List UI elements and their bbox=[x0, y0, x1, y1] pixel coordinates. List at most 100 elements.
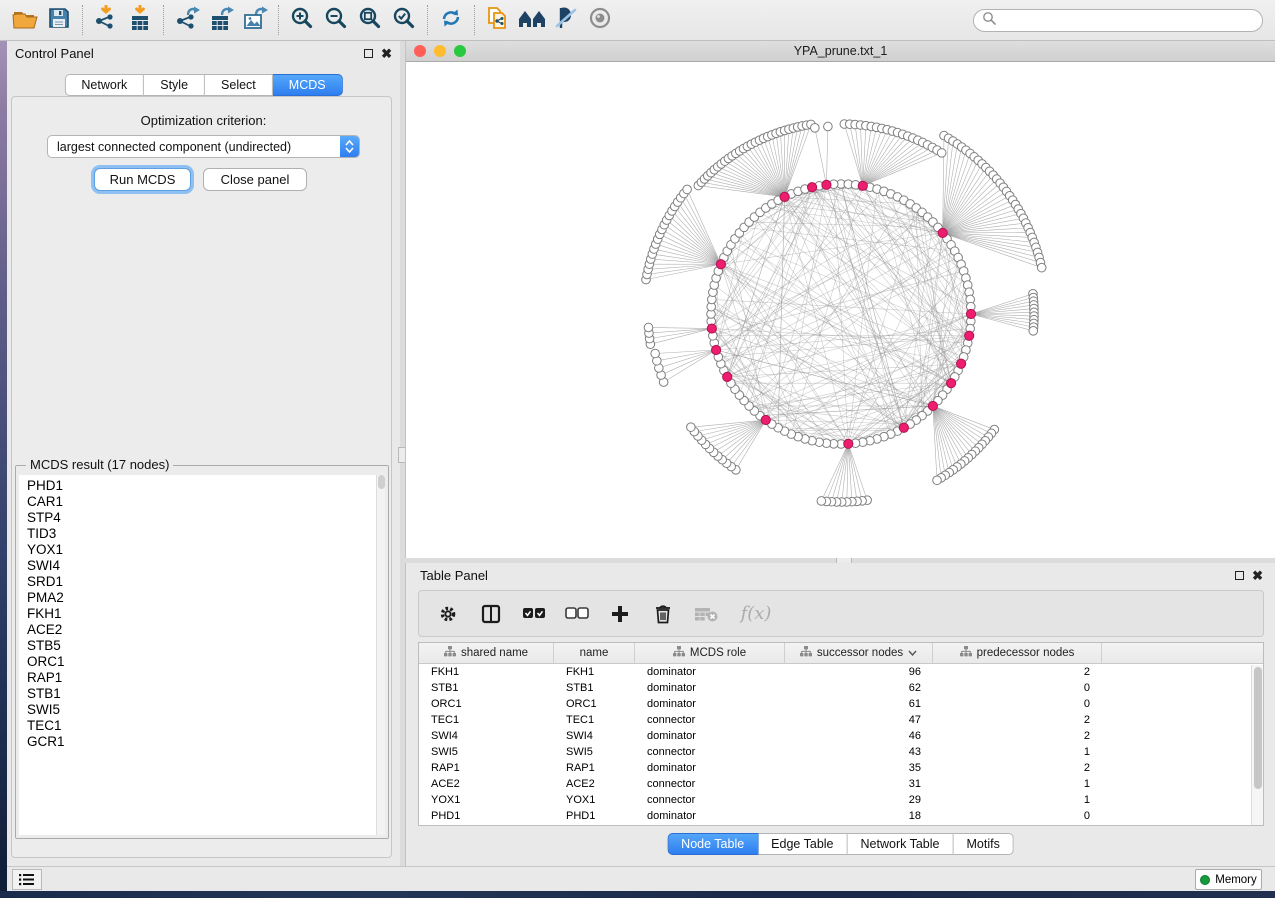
cell-predecessor-nodes: 2 bbox=[933, 760, 1102, 776]
dropdown-stepper-icon bbox=[340, 136, 359, 157]
add-column-button[interactable] bbox=[607, 601, 633, 627]
delete-column-button[interactable] bbox=[650, 601, 676, 627]
search-input[interactable] bbox=[997, 14, 1262, 28]
memory-button[interactable]: Memory bbox=[1195, 869, 1262, 890]
find-button[interactable] bbox=[515, 3, 549, 37]
open-file-button[interactable] bbox=[8, 3, 42, 37]
float-panel-icon[interactable] bbox=[1235, 571, 1244, 580]
mcds-result-item[interactable]: STB5 bbox=[27, 638, 376, 654]
column-header-successor-nodes[interactable]: successor nodes bbox=[785, 643, 933, 663]
network-window-titlebar[interactable]: YPA_prune.txt_1 bbox=[406, 41, 1275, 62]
table-row[interactable]: TEC1TEC1connector472 bbox=[419, 712, 1263, 728]
network-canvas[interactable] bbox=[406, 62, 1275, 558]
scrollbar-thumb[interactable] bbox=[378, 475, 385, 489]
mcds-result-item[interactable]: SRD1 bbox=[27, 574, 376, 590]
cell-name: FKH1 bbox=[554, 664, 635, 680]
mcds-result-item[interactable]: ORC1 bbox=[27, 654, 376, 670]
zoom-in-icon bbox=[290, 6, 314, 35]
tab-network-table[interactable]: Network Table bbox=[848, 833, 954, 855]
apply-layout-button[interactable] bbox=[434, 3, 468, 37]
mcds-result-list[interactable]: PHD1CAR1STP4TID3YOX1SWI4SRD1PMA2FKH1ACE2… bbox=[19, 475, 376, 835]
export-table-button[interactable] bbox=[204, 3, 238, 37]
table-row[interactable]: RAP1RAP1dominator352 bbox=[419, 760, 1263, 776]
zoom-out-button[interactable] bbox=[319, 3, 353, 37]
cell-shared-name: ACE2 bbox=[419, 776, 554, 792]
mcds-result-item[interactable]: TEC1 bbox=[27, 718, 376, 734]
mcds-result-item[interactable]: YOX1 bbox=[27, 542, 376, 558]
cell-successor-nodes: 43 bbox=[785, 744, 933, 760]
clone-network-button[interactable] bbox=[481, 3, 515, 37]
export-image-button[interactable] bbox=[238, 3, 272, 37]
table-row[interactable]: SWI4SWI4dominator462 bbox=[419, 728, 1263, 744]
cell-successor-nodes: 96 bbox=[785, 664, 933, 680]
close-panel-icon[interactable]: ✖ bbox=[381, 49, 392, 58]
zoom-in-button[interactable] bbox=[285, 3, 319, 37]
import-table-button[interactable] bbox=[123, 3, 157, 37]
cell-name: SWI4 bbox=[554, 728, 635, 744]
hide-details-button[interactable] bbox=[549, 3, 583, 37]
memory-status-icon bbox=[1200, 875, 1210, 885]
table-scrollbar[interactable] bbox=[1251, 665, 1263, 825]
table-row[interactable]: ORC1ORC1dominator610 bbox=[419, 696, 1263, 712]
delete-table-button[interactable] bbox=[693, 601, 719, 627]
mcds-result-item[interactable]: PHD1 bbox=[27, 478, 376, 494]
zoom-fit-button[interactable] bbox=[353, 3, 387, 37]
float-panel-icon[interactable] bbox=[364, 49, 373, 58]
mcds-result-item[interactable]: GCR1 bbox=[27, 734, 376, 750]
scrollbar-thumb[interactable] bbox=[1254, 667, 1262, 789]
mcds-result-item[interactable]: STB1 bbox=[27, 686, 376, 702]
import-network-button[interactable] bbox=[89, 3, 123, 37]
column-header-predecessor-nodes[interactable]: predecessor nodes bbox=[933, 643, 1102, 663]
mcds-result-item[interactable]: SWI5 bbox=[27, 702, 376, 718]
mcds-result-item[interactable]: CAR1 bbox=[27, 494, 376, 510]
function-builder-button[interactable]: f(x) bbox=[736, 601, 776, 627]
column-layout-button[interactable] bbox=[478, 601, 504, 627]
mcds-result-item[interactable]: ACE2 bbox=[27, 622, 376, 638]
select-all-button[interactable] bbox=[521, 601, 547, 627]
run-mcds-button[interactable]: Run MCDS bbox=[94, 168, 191, 191]
table-row[interactable]: YOX1YOX1connector291 bbox=[419, 792, 1263, 808]
table-row[interactable]: STB1STB1dominator620 bbox=[419, 680, 1263, 696]
tab-style[interactable]: Style bbox=[144, 74, 205, 96]
tab-motifs[interactable]: Motifs bbox=[953, 833, 1013, 855]
table-settings-button[interactable] bbox=[435, 601, 461, 627]
mcds-result-item[interactable]: RAP1 bbox=[27, 670, 376, 686]
table-row[interactable]: PHD1PHD1dominator180 bbox=[419, 808, 1263, 824]
desktop-wallpaper-left bbox=[0, 41, 7, 891]
cell-successor-nodes: 46 bbox=[785, 728, 933, 744]
mcds-result-legend: MCDS result (17 nodes) bbox=[26, 457, 173, 472]
close-panel-button[interactable]: Close panel bbox=[203, 168, 307, 191]
table-panel-title: Table Panel bbox=[420, 568, 488, 583]
mcds-result-item[interactable]: SWI4 bbox=[27, 558, 376, 574]
mcds-list-scrollbar[interactable] bbox=[376, 475, 385, 835]
table-row[interactable]: ACE2ACE2connector311 bbox=[419, 776, 1263, 792]
mcds-result-item[interactable]: PMA2 bbox=[27, 590, 376, 606]
search-box[interactable] bbox=[973, 9, 1263, 32]
mcds-result-item[interactable]: FKH1 bbox=[27, 606, 376, 622]
zoom-selected-button[interactable] bbox=[387, 3, 421, 37]
mcds-result-item[interactable]: TID3 bbox=[27, 526, 376, 542]
control-panel: Control Panel ✖ NetworkStyleSelectMCDS O… bbox=[7, 41, 400, 866]
tab-select[interactable]: Select bbox=[205, 74, 273, 96]
close-panel-icon[interactable]: ✖ bbox=[1252, 571, 1263, 580]
show-details-button[interactable] bbox=[583, 3, 617, 37]
column-header-shared-name[interactable]: shared name bbox=[419, 643, 554, 663]
column-header-MCDS-role[interactable]: MCDS role bbox=[635, 643, 785, 663]
tab-mcds[interactable]: MCDS bbox=[273, 74, 343, 96]
tab-edge-table[interactable]: Edge Table bbox=[758, 833, 847, 855]
deselect-all-button[interactable] bbox=[564, 601, 590, 627]
save-session-button[interactable] bbox=[42, 3, 76, 37]
cell-shared-name: FKH1 bbox=[419, 664, 554, 680]
criterion-dropdown[interactable]: largest connected component (undirected) bbox=[47, 135, 360, 158]
tab-network[interactable]: Network bbox=[64, 74, 144, 96]
tab-node-table[interactable]: Node Table bbox=[667, 833, 758, 855]
cell-MCDS-role: connector bbox=[635, 712, 785, 728]
task-history-button[interactable] bbox=[12, 869, 42, 890]
table-row[interactable]: SWI5SWI5connector431 bbox=[419, 744, 1263, 760]
export-network-button[interactable] bbox=[170, 3, 204, 37]
cell-shared-name: PHD1 bbox=[419, 808, 554, 824]
cell-shared-name: STB1 bbox=[419, 680, 554, 696]
column-header-name[interactable]: name bbox=[554, 643, 635, 663]
mcds-result-item[interactable]: STP4 bbox=[27, 510, 376, 526]
table-row[interactable]: FKH1FKH1dominator962 bbox=[419, 664, 1263, 680]
